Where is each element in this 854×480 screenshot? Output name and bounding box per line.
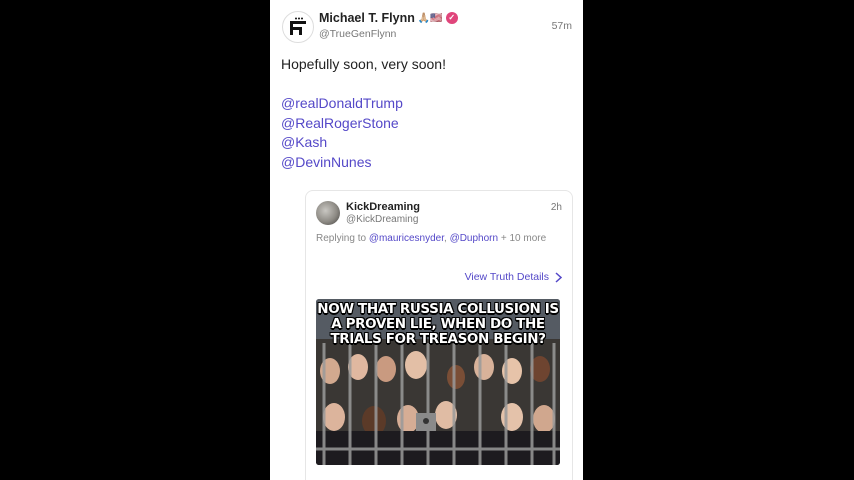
- mention-link[interactable]: @RealRogerStone: [281, 114, 446, 134]
- quoted-post-time: 2h: [550, 202, 562, 213]
- meme-image[interactable]: NOW THAT RUSSIA COLLUSION IS A PROVEN LI…: [316, 299, 560, 465]
- mention-link[interactable]: @DevinNunes: [281, 153, 446, 173]
- chevron-right-icon: [555, 271, 562, 283]
- post-card: Michael T. Flynn 🙏🏼🇺🇸 ✓ @TrueGenFlynn 57…: [270, 0, 583, 480]
- author-handle[interactable]: @TrueGenFlynn: [319, 28, 396, 40]
- replying-prefix: Replying to: [316, 233, 369, 244]
- view-details-label: View Truth Details: [464, 271, 549, 283]
- author-emoji: 🙏🏼🇺🇸: [417, 12, 443, 24]
- replying-to: Replying to @mauricesnyder, @Duphorn + 1…: [316, 233, 551, 246]
- meme-title: NOW THAT RUSSIA COLLUSION IS A PROVEN LI…: [317, 301, 559, 347]
- quoted-author-handle[interactable]: @KickDreaming: [346, 214, 418, 225]
- quoted-post[interactable]: KickDreaming @KickDreaming 2h Replying t…: [305, 190, 573, 480]
- truth-social-logo-icon: [290, 17, 306, 35]
- verified-badge-icon: ✓: [445, 12, 458, 24]
- post-body: Hopefully soon, very soon! @realDonaldTr…: [281, 55, 446, 172]
- post-spacer: [281, 75, 446, 95]
- author-name[interactable]: Michael T. Flynn: [319, 11, 415, 25]
- mention-link[interactable]: @realDonaldTrump: [281, 94, 446, 114]
- quoted-author-avatar[interactable]: [316, 201, 340, 225]
- view-truth-details-link[interactable]: View Truth Details: [465, 271, 562, 283]
- quoted-author-name[interactable]: KickDreaming: [346, 201, 420, 213]
- replying-mention[interactable]: @mauricesnyder: [369, 233, 444, 244]
- post-text-line: Hopefully soon, very soon!: [281, 56, 446, 72]
- replying-suffix: + 10 more: [498, 233, 547, 244]
- author-name-row: Michael T. Flynn 🙏🏼🇺🇸 ✓: [319, 11, 458, 25]
- mention-link[interactable]: @Kash: [281, 133, 446, 153]
- replying-mention[interactable]: @Duphorn: [450, 233, 499, 244]
- author-avatar[interactable]: [282, 11, 314, 43]
- post-time: 57m: [551, 20, 572, 32]
